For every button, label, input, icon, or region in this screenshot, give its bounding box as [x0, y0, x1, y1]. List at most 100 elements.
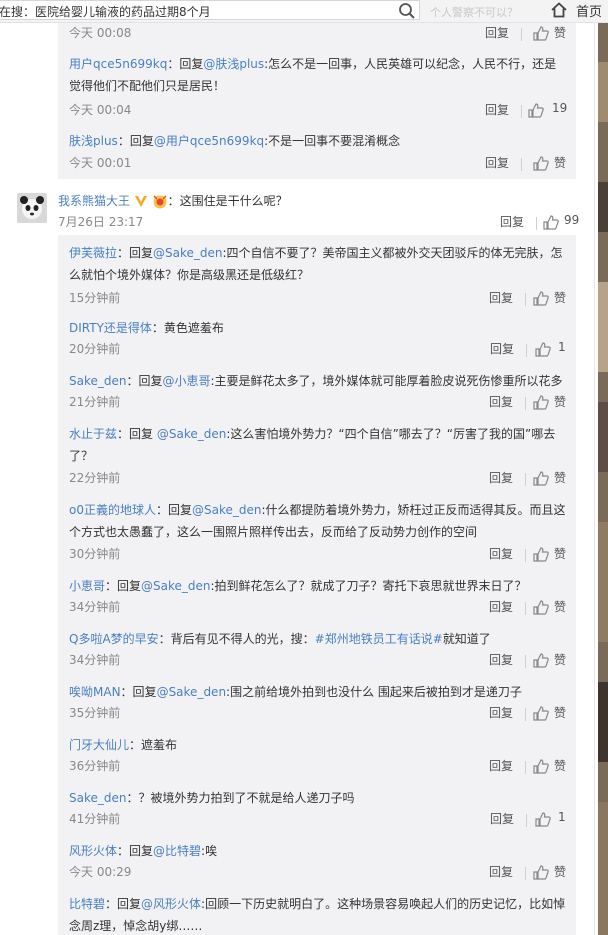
separator: [526, 814, 527, 827]
like-count[interactable]: 1: [558, 810, 566, 824]
reply-username[interactable]: 伊芙薇拉: [69, 246, 117, 260]
reply-button[interactable]: 回复: [489, 757, 513, 774]
like-count[interactable]: 赞: [554, 863, 566, 880]
reply-body: ：黄色遮羞布: [151, 321, 224, 335]
reply-button[interactable]: 回复: [490, 810, 514, 827]
mention-link[interactable]: @用户qce5n699kq: [154, 134, 264, 148]
separator: [525, 473, 526, 486]
mention-link[interactable]: @肤浅plus: [203, 57, 264, 71]
like-icon[interactable]: [533, 706, 549, 721]
like-icon[interactable]: [533, 865, 549, 880]
separator: [525, 761, 526, 774]
reply-username[interactable]: 比特碧: [69, 897, 105, 911]
separator: [536, 217, 537, 230]
mention-link[interactable]: @Sake_den: [153, 246, 222, 260]
like-icon[interactable]: [533, 600, 549, 615]
mention-link[interactable]: @风形火体: [141, 897, 201, 911]
home-link[interactable]: 首页: [576, 1, 602, 20]
reply-item: o0正義的地球人：回复@Sake_den:什么都提防着境外势力，矫枉过正反而适得…: [69, 499, 567, 569]
like-count[interactable]: 赞: [554, 469, 566, 486]
reply-text: 肤浅plus：回复@用户qce5n699kq:不是一回事不要混淆概念: [69, 130, 567, 152]
search-box[interactable]: 正在搜：医院给婴儿输液的药品过期8个月: [0, 0, 420, 20]
mention-link[interactable]: @Sake_den: [157, 685, 226, 699]
like-icon[interactable]: [533, 547, 549, 562]
reply-item: 小恵哥：回复@Sake_den:拍到鲜花怎么了？就成了刀子？寄托下哀思就世界末日…: [69, 575, 567, 620]
reply-body: :拍到鲜花怎么了？就成了刀子？寄托下哀思就世界末日了？: [210, 579, 527, 593]
reply-item: 今天 00:08 回复 赞: [69, 22, 567, 44]
reply-button[interactable]: 回复: [485, 101, 509, 118]
reply-username[interactable]: 唉呦MAN: [69, 685, 121, 699]
reply-body: ：遮羞布: [129, 738, 178, 752]
reply-username[interactable]: 风形火体: [69, 844, 117, 858]
like-icon[interactable]: [533, 26, 549, 41]
separator: [521, 158, 522, 171]
mention-link[interactable]: @Sake_den: [157, 427, 226, 441]
reply-button[interactable]: 回复: [489, 598, 513, 615]
reply-username[interactable]: Q多啦A梦的早安: [69, 632, 159, 646]
like-count[interactable]: 赞: [554, 393, 566, 410]
reply-button[interactable]: 回复: [485, 24, 509, 41]
reply-item: 水止于兹：回复 @Sake_den:这么害怕境外势力？“四个自信”哪去了？“厉害…: [69, 423, 567, 493]
mention-link[interactable]: @比特碧: [153, 844, 201, 858]
mention-link[interactable]: @Sake_den: [192, 503, 261, 517]
reply-button[interactable]: 回复: [485, 154, 509, 171]
topic-link[interactable]: #郑州地铁员工有话说#: [315, 632, 443, 646]
main-reply-button[interactable]: 回复: [500, 213, 524, 230]
reply-button[interactable]: 回复: [489, 469, 513, 486]
reply-text: 比特碧：回复@风形火体:回顾一下历史就明白了。这种场景容易唤起人们的历史记忆，比…: [69, 893, 567, 935]
reply-username[interactable]: 小恵哥: [69, 579, 105, 593]
like-count[interactable]: 赞: [554, 704, 566, 721]
reply-button[interactable]: 回复: [490, 340, 514, 357]
like-count[interactable]: 赞: [554, 289, 566, 306]
like-count[interactable]: 赞: [554, 545, 566, 562]
reply-item: Sake_den：？被境外势力拍到了不就是给人递刀子吗 41分钟前 回复 1: [69, 787, 567, 832]
reply-time: 今天 00:04: [69, 103, 132, 117]
reply-username[interactable]: DIRTY还是得体: [69, 321, 152, 335]
reply-body: 就知道了: [442, 632, 491, 646]
like-icon[interactable]: [533, 156, 549, 171]
like-icon[interactable]: [533, 759, 549, 774]
like-icon[interactable]: [535, 812, 551, 827]
like-icon[interactable]: [533, 653, 549, 668]
reply-prefix: ：回复: [126, 374, 163, 388]
mention-link[interactable]: @Sake_den: [141, 579, 210, 593]
reply-button[interactable]: 回复: [489, 704, 513, 721]
reply-prefix: ：回复: [117, 427, 157, 441]
reply-body: :唉: [201, 844, 218, 858]
reply-button[interactable]: 回复: [489, 651, 513, 668]
reply-username[interactable]: 门牙大仙儿: [69, 738, 129, 752]
avatar[interactable]: [17, 193, 47, 223]
search-input[interactable]: 正在搜：医院给婴儿输液的药品过期8个月: [0, 3, 211, 20]
mention-link[interactable]: @小恵哥: [163, 374, 211, 388]
like-count[interactable]: 赞: [554, 757, 566, 774]
like-icon[interactable]: [528, 103, 544, 118]
like-icon[interactable]: [543, 215, 559, 230]
reply-username[interactable]: Sake_den: [69, 791, 126, 805]
like-count[interactable]: 赞: [554, 24, 566, 41]
reply-username[interactable]: o0正義的地球人: [69, 503, 156, 517]
home-icon[interactable]: [550, 1, 568, 19]
like-count[interactable]: 19: [552, 101, 567, 115]
reply-button[interactable]: 回复: [489, 289, 513, 306]
reply-time: 34分钟前: [69, 653, 121, 667]
reply-username[interactable]: 用户qce5n699kq: [69, 57, 167, 71]
like-icon[interactable]: [533, 471, 549, 486]
like-icon[interactable]: [533, 291, 549, 306]
reply-button[interactable]: 回复: [489, 393, 513, 410]
like-icon[interactable]: [535, 342, 551, 357]
like-count[interactable]: 赞: [554, 154, 566, 171]
like-icon[interactable]: [533, 395, 549, 410]
reply-username[interactable]: Sake_den: [69, 374, 126, 388]
main-comment-username[interactable]: 我系熊猫大王: [58, 194, 130, 208]
search-icon[interactable]: [398, 2, 416, 20]
like-count[interactable]: 1: [558, 340, 566, 354]
like-count[interactable]: 赞: [554, 598, 566, 615]
reply-button[interactable]: 回复: [489, 545, 513, 562]
reply-button[interactable]: 回复: [489, 863, 513, 880]
reply-text: 用户qce5n699kq：回复@肤浅plus:怎么不是一回事，人民英雄可以纪念，…: [69, 53, 567, 97]
reply-prefix: ：回复: [117, 134, 154, 148]
reply-username[interactable]: 肤浅plus: [69, 134, 118, 148]
main-like-count[interactable]: 99: [564, 213, 579, 227]
like-count[interactable]: 赞: [554, 651, 566, 668]
reply-username[interactable]: 水止于兹: [69, 427, 117, 441]
